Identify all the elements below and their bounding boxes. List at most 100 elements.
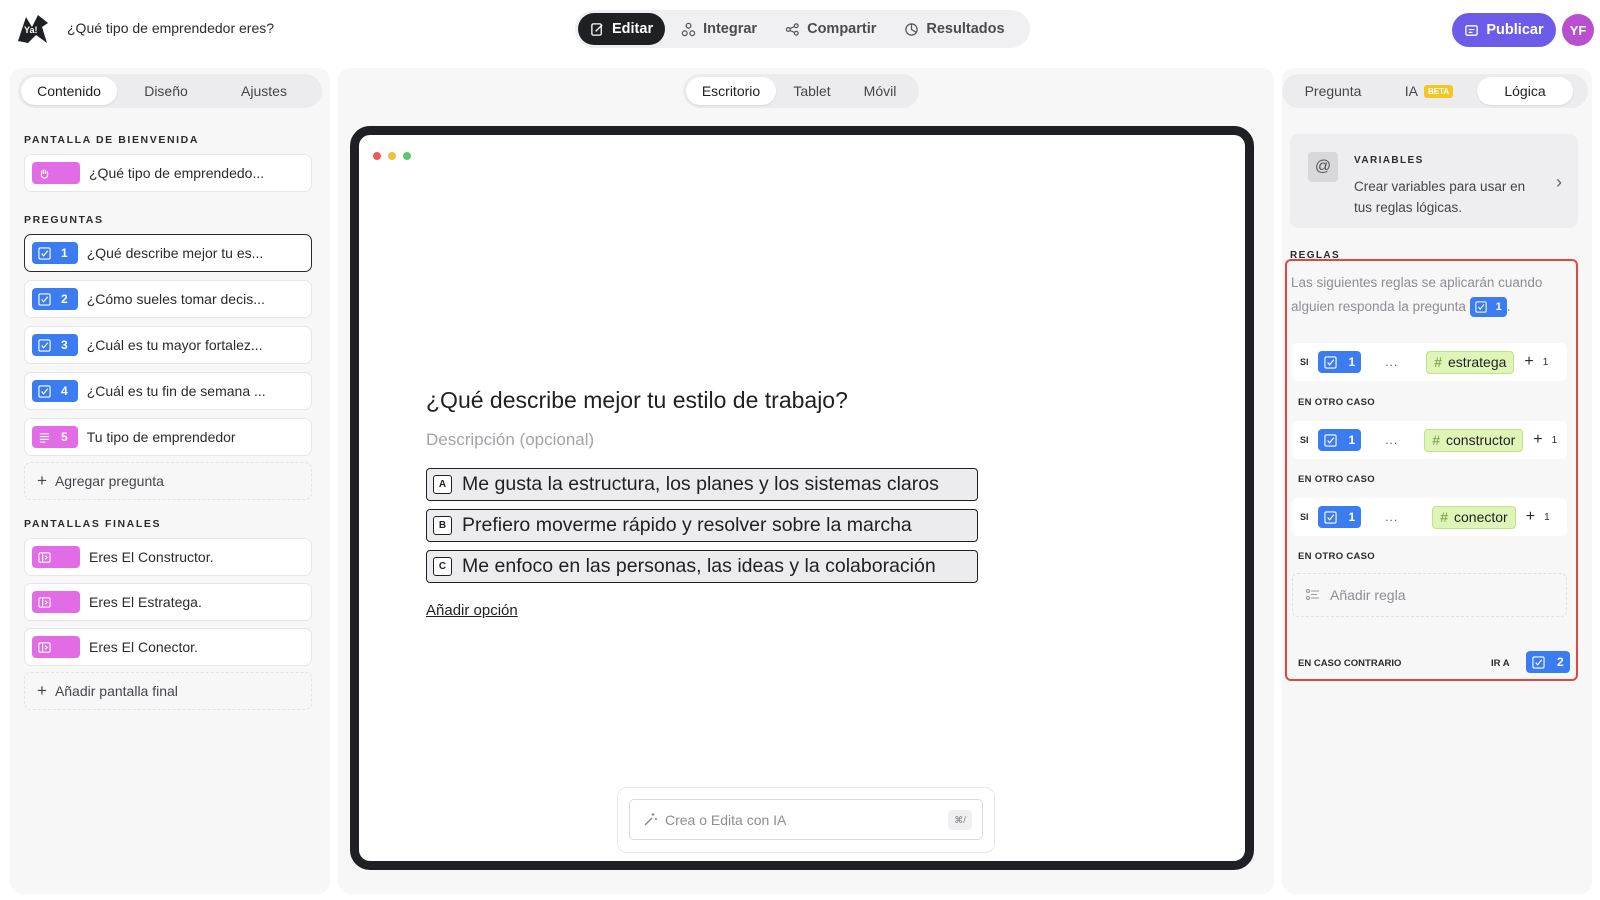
question-text: Tu tipo de emprendedor	[86, 429, 236, 445]
publish-icon	[1465, 24, 1479, 36]
rule-row-2[interactable]: SI 1 ... # constructor + 1	[1292, 421, 1567, 459]
checkbox-icon	[38, 338, 51, 352]
exit-screen-icon	[38, 551, 51, 563]
tab-movil[interactable]: Móvil	[848, 77, 912, 105]
question-item-4[interactable]: 4 ¿Cuál es tu fin de semana ...	[24, 372, 312, 410]
add-ending-button[interactable]: + Añadir pantalla final	[24, 672, 312, 710]
condition-ellipsis[interactable]: ...	[1385, 433, 1398, 447]
form-title[interactable]: ¿Qué tipo de emprendedor eres?	[67, 20, 274, 36]
edit-icon	[591, 22, 603, 36]
device-tabs: Escritorio Tablet Móvil	[683, 74, 919, 108]
add-option-link[interactable]: Añadir opción	[426, 602, 518, 619]
avatar[interactable]: YF	[1562, 14, 1594, 46]
right-tabs: Pregunta IA BETA Lógica	[1282, 74, 1588, 108]
question-title[interactable]: ¿Qué describe mejor tu estilo de trabajo…	[426, 387, 848, 414]
ai-prompt-input[interactable]: Crea o Edita con IA ⌘/	[629, 799, 983, 840]
choice-key: B	[433, 516, 452, 535]
question-badge: 4	[32, 380, 78, 402]
variable-chip[interactable]: # conector	[1432, 505, 1516, 529]
add-rule-button[interactable]: Añadir regla	[1292, 573, 1567, 617]
tab-compartir[interactable]: Compartir	[773, 13, 888, 45]
tab-ia[interactable]: IA BETA	[1381, 77, 1477, 105]
question-ref-badge[interactable]: 1	[1317, 351, 1362, 373]
tab-integrar[interactable]: Integrar	[669, 13, 769, 45]
question-item-2[interactable]: 2 ¿Cómo sueles tomar decis...	[24, 280, 312, 318]
question-description[interactable]: Descripción (opcional)	[426, 430, 594, 450]
mode-tabs: Editar Integrar Compartir Resultados	[575, 10, 1030, 48]
window-dot-red	[373, 152, 381, 160]
tab-ajustes[interactable]: Ajustes	[215, 77, 313, 105]
right-panel: Pregunta IA BETA Lógica @ VARIABLES Crea…	[1282, 68, 1592, 894]
preview-panel: Escritorio Tablet Móvil ¿Qué describe me…	[338, 68, 1274, 894]
tab-label: Editar	[612, 21, 654, 37]
question-text: ¿Qué describe mejor tu es...	[86, 245, 264, 261]
ending-text: Eres El Conector.	[89, 639, 198, 655]
question-item-3[interactable]: 3 ¿Cuál es tu mayor fortalez...	[24, 326, 312, 364]
ending-badge	[32, 636, 80, 658]
tab-resultados[interactable]: Resultados	[892, 13, 1016, 45]
question-item-1[interactable]: 1 ¿Qué describe mejor tu es...	[24, 234, 312, 272]
increment-value[interactable]: 1	[1544, 512, 1550, 523]
publish-label: Publicar	[1486, 22, 1544, 38]
otherwise-label: EN OTRO CASO	[1298, 397, 1375, 408]
condition-ellipsis[interactable]: ...	[1385, 510, 1398, 524]
choice-option-b[interactable]: B Prefiero moverme rápido y resolver sob…	[426, 509, 978, 542]
tab-diseno[interactable]: Diseño	[117, 77, 215, 105]
left-tabs: Contenido Diseño Ajustes	[18, 74, 322, 108]
choice-key: A	[433, 475, 452, 494]
plus-icon: +	[37, 681, 47, 700]
add-question-button[interactable]: + Agregar pregunta	[24, 462, 312, 500]
if-label: SI	[1300, 435, 1309, 445]
hash-icon: #	[1440, 509, 1449, 525]
welcome-screen-item[interactable]: ¿Qué tipo de emprendedo...	[24, 154, 312, 192]
variables-card[interactable]: @ VARIABLES Crear variables para usar en…	[1290, 134, 1578, 228]
ending-item-3[interactable]: Eres El Conector.	[24, 628, 312, 666]
hand-icon	[40, 168, 49, 179]
plus-icon: +	[1524, 353, 1534, 370]
welcome-badge	[32, 162, 80, 184]
window-dot-yellow	[388, 152, 396, 160]
question-item-5[interactable]: 5 Tu tipo de emprendedor	[24, 418, 312, 456]
rule-row-1[interactable]: SI 1 ... # estratega + 1	[1292, 343, 1567, 381]
question-text: ¿Cuál es tu fin de semana ...	[86, 383, 266, 399]
device-frame: ¿Qué describe mejor tu estilo de trabajo…	[350, 126, 1254, 870]
goto-question-badge[interactable]: 2	[1526, 651, 1570, 673]
welcome-section-title: PANTALLA DE BIENVENIDA	[24, 134, 200, 146]
tab-contenido[interactable]: Contenido	[21, 77, 117, 105]
choice-option-a[interactable]: A Me gusta la estructura, los planes y l…	[426, 468, 978, 501]
left-panel: Contenido Diseño Ajustes PANTALLA DE BIE…	[10, 68, 330, 894]
choice-option-c[interactable]: C Me enfoco en las personas, las ideas y…	[426, 550, 978, 583]
question-ref-badge[interactable]: 1	[1317, 506, 1362, 528]
exit-screen-icon	[38, 641, 51, 653]
if-label: SI	[1300, 512, 1309, 522]
checkbox-icon	[1474, 301, 1487, 314]
ending-item-1[interactable]: Eres El Constructor.	[24, 538, 312, 576]
condition-ellipsis[interactable]: ...	[1385, 355, 1398, 369]
ai-placeholder: Crea o Edita con IA	[665, 811, 787, 828]
variable-chip[interactable]: # constructor	[1424, 428, 1524, 452]
rule-row-3[interactable]: SI 1 ... # conector + 1	[1292, 498, 1567, 536]
otherwise-label: EN OTRO CASO	[1298, 551, 1375, 562]
publish-button[interactable]: Publicar	[1452, 13, 1556, 47]
question-ref-badge[interactable]: 1	[1317, 429, 1362, 451]
logo-icon[interactable]: Ya!	[16, 13, 50, 45]
question-text: ¿Cómo sueles tomar decis...	[86, 291, 265, 307]
magic-wand-icon	[644, 812, 657, 825]
shortcut-hint: ⌘/	[948, 810, 972, 830]
integrate-icon	[681, 22, 696, 36]
ending-item-2[interactable]: Eres El Estratega.	[24, 583, 312, 621]
ending-badge	[32, 546, 80, 568]
question-badge: 2	[32, 288, 78, 310]
tab-logica[interactable]: Lógica	[1477, 77, 1573, 105]
beta-badge: BETA	[1424, 84, 1454, 98]
tab-escritorio[interactable]: Escritorio	[686, 77, 776, 105]
variable-chip[interactable]: # estratega	[1426, 350, 1515, 374]
tab-pregunta[interactable]: Pregunta	[1285, 77, 1381, 105]
tab-tablet[interactable]: Tablet	[776, 77, 848, 105]
rules-intro: Las siguientes reglas se aplicarán cuand…	[1291, 271, 1567, 319]
hash-icon: #	[1432, 432, 1441, 448]
increment-value[interactable]: 1	[1552, 435, 1558, 446]
increment-value[interactable]: 1	[1543, 357, 1549, 368]
add-question-label: Agregar pregunta	[54, 473, 164, 489]
tab-editar[interactable]: Editar	[578, 13, 666, 45]
